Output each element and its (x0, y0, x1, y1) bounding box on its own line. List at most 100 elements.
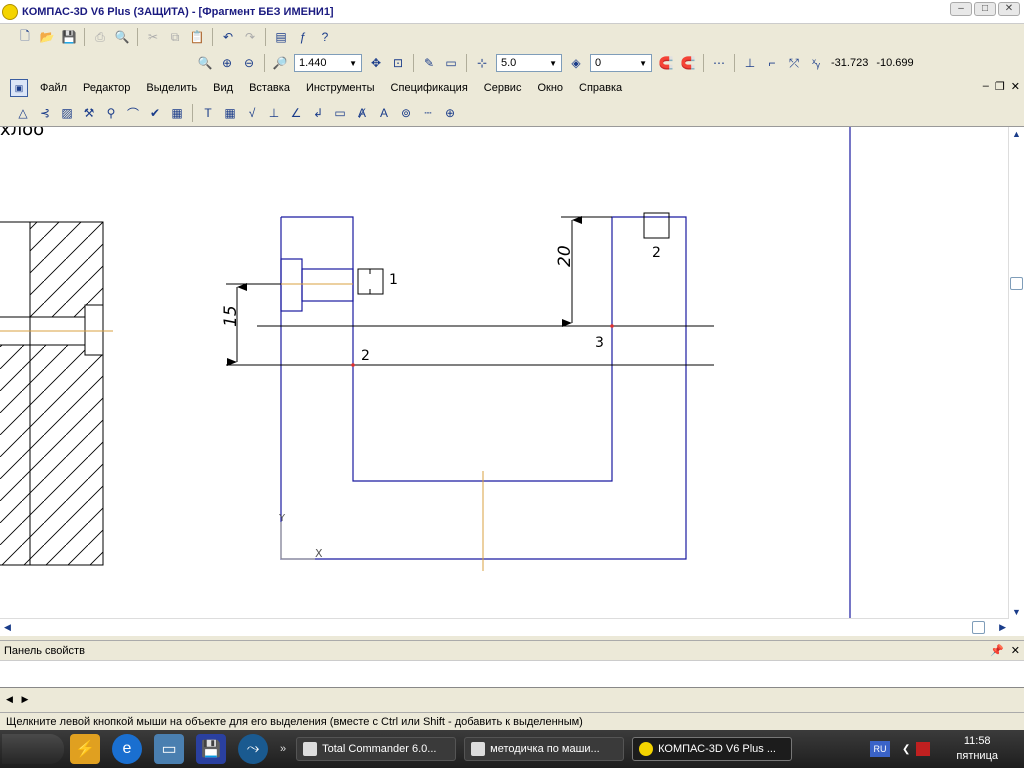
menu-window[interactable]: Окно (537, 82, 563, 94)
menu-select[interactable]: Выделить (146, 82, 197, 94)
panel-close-icon[interactable]: ✕ (1011, 644, 1020, 657)
tolerance-icon[interactable]: ▭ (330, 103, 350, 123)
internet-explorer-icon[interactable]: e (112, 734, 142, 764)
save-icon[interactable]: 💾 (59, 27, 79, 47)
grid-icon[interactable]: ⋯ (709, 53, 729, 73)
menu-edit[interactable]: Редактор (83, 82, 130, 94)
text-icon[interactable]: T (198, 103, 218, 123)
leader-icon[interactable]: ∠ (286, 103, 306, 123)
geometry-icon[interactable]: △ (13, 103, 33, 123)
local-snap-icon[interactable]: 🧲 (678, 53, 698, 73)
library-icon[interactable]: ▦ (167, 103, 187, 123)
view-arrow-icon[interactable]: A (374, 103, 394, 123)
start-button[interactable] (2, 734, 64, 764)
print-preview-icon[interactable]: 🔍 (112, 27, 132, 47)
cut-icon[interactable]: ✂ (143, 27, 163, 47)
zoom-combo[interactable]: 1.440 ▼ (294, 54, 362, 72)
menu-file[interactable]: Файл (40, 82, 67, 94)
panel-prev-icon[interactable]: ◀ (6, 694, 13, 704)
drawing-area[interactable]: хлоо 15 20 1 2 2 3 Y X ▲ ▼ ◀ ▶ (0, 126, 1024, 636)
menu-service[interactable]: Сервис (484, 82, 522, 94)
document-icon[interactable]: ▣ (10, 79, 28, 97)
menu-tools[interactable]: Инструменты (306, 82, 375, 94)
redo-icon[interactable]: ↷ (240, 27, 260, 47)
manager-icon[interactable]: ▤ (271, 27, 291, 47)
task-kompas[interactable]: КОМПАС-3D V6 Plus ... (632, 737, 793, 761)
floppy-icon[interactable]: 💾 (196, 734, 226, 764)
arc-icon[interactable]: ⌒ (123, 103, 143, 123)
scroll-up-icon[interactable]: ▲ (1012, 129, 1021, 139)
step-combo[interactable]: 5.0 ▼ (496, 54, 562, 72)
paste-icon[interactable]: 📋 (187, 27, 207, 47)
maximize-button[interactable]: □ (974, 2, 996, 16)
menu-insert[interactable]: Вставка (249, 82, 290, 94)
quicklaunch-more-icon[interactable]: » (280, 743, 286, 755)
menu-view[interactable]: Вид (213, 82, 233, 94)
vertical-scroll-thumb[interactable] (1010, 277, 1023, 290)
layer-combo[interactable]: 0 ▼ (590, 54, 652, 72)
print-icon[interactable]: ⎙ (90, 27, 110, 47)
cursor-step-icon[interactable]: ⊹ (472, 53, 492, 73)
cut-line-icon[interactable]: Ⱥ (352, 103, 372, 123)
vertical-scrollbar[interactable]: ▲ ▼ (1008, 127, 1024, 619)
undo-icon[interactable]: ↶ (218, 27, 238, 47)
intersection-point-2[interactable] (351, 363, 355, 367)
mark-icon[interactable]: ↲ (308, 103, 328, 123)
zoom-scale-icon[interactable]: 🔎 (270, 53, 290, 73)
function-icon[interactable]: ƒ (293, 27, 313, 47)
new-document-icon[interactable]: 🗋 (15, 27, 35, 47)
hatch-icon[interactable]: ▨ (57, 103, 77, 123)
menu-specification[interactable]: Спецификация (391, 82, 468, 94)
winamp-icon[interactable]: ⚡ (70, 734, 100, 764)
point-icon[interactable]: ⊰ (35, 103, 55, 123)
antivirus-icon[interactable] (916, 742, 931, 756)
zoom-in-icon[interactable]: ⊕ (217, 53, 237, 73)
scroll-left-icon[interactable]: ◀ (4, 622, 11, 633)
layer-icon[interactable]: ◈ (566, 53, 586, 73)
zone-icon[interactable]: ⊚ (396, 103, 416, 123)
intersection-point-3[interactable] (610, 324, 614, 328)
properties-icon[interactable]: ▭ (441, 53, 461, 73)
ortho-icon[interactable]: ⌐ (762, 53, 782, 73)
dimension-15[interactable]: 15 (221, 283, 281, 366)
style-icon[interactable]: ✎ (419, 53, 439, 73)
clock[interactable]: 11:58 пятница (956, 734, 998, 764)
snap-icon[interactable]: 🧲 (656, 53, 676, 73)
left-hatched-part[interactable] (0, 221, 113, 566)
dimension-20[interactable]: 20 (555, 216, 612, 327)
zoom-out-icon[interactable]: ⊖ (239, 53, 259, 73)
designation-icon[interactable]: ⚲ (101, 103, 121, 123)
roughness-icon[interactable]: √ (242, 103, 262, 123)
minimize-button[interactable]: – (950, 2, 972, 16)
language-indicator[interactable]: RU (870, 741, 890, 757)
doc-minimize-button[interactable]: – (983, 80, 989, 93)
axis-line-icon[interactable]: ┄ (418, 103, 438, 123)
pan-icon[interactable]: ✥ (366, 53, 386, 73)
show-all-icon[interactable]: ⊡ (388, 53, 408, 73)
menu-help[interactable]: Справка (579, 82, 622, 94)
round-icon[interactable]: ⤱ (784, 53, 804, 73)
drawing-svg[interactable]: хлоо 15 20 1 2 2 3 Y X (0, 127, 1008, 619)
base-icon[interactable]: ⊥ (264, 103, 284, 123)
panel-next-icon[interactable]: ▶ (21, 694, 28, 704)
scroll-right-icon[interactable]: ▶ (999, 622, 1006, 633)
symbol-icon[interactable]: ⚒ (79, 103, 99, 123)
scroll-down-icon[interactable]: ▼ (1012, 607, 1021, 617)
horizontal-scroll-thumb[interactable] (972, 621, 985, 634)
doc-close-button[interactable]: ✕ (1011, 80, 1020, 93)
open-icon[interactable]: 📂 (37, 27, 57, 47)
task-total-commander[interactable]: Total Commander 6.0... (296, 737, 457, 761)
local-cs-icon[interactable]: ⊥ (740, 53, 760, 73)
network-icon[interactable]: ⤳ (238, 734, 268, 764)
help-icon[interactable]: ? (315, 27, 335, 47)
copy-icon[interactable]: ⧉ (165, 27, 185, 47)
doc-restore-button[interactable]: ❐ (995, 80, 1005, 93)
zoom-window-icon[interactable]: 🔍 (195, 53, 215, 73)
task-word-document[interactable]: методичка по маши... (464, 737, 625, 761)
tray-expand-icon[interactable]: ❮ (902, 744, 910, 755)
close-button[interactable]: ✕ (998, 2, 1020, 16)
measure-icon[interactable]: ✔ (145, 103, 165, 123)
desktop-icon[interactable]: ▭ (154, 734, 184, 764)
pin-icon[interactable]: 📌 (990, 644, 1004, 657)
table-icon[interactable]: ▦ (220, 103, 240, 123)
